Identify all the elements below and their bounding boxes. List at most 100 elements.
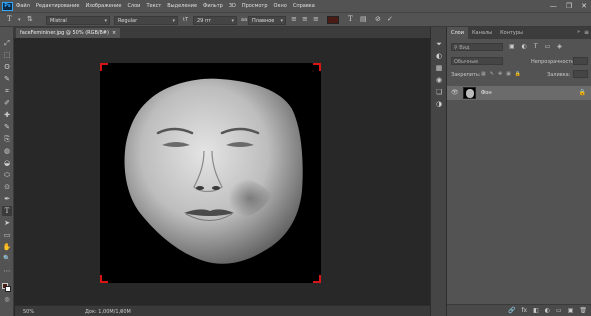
- minimize-button[interactable]: —: [550, 2, 557, 10]
- layer-thumbnail[interactable]: [463, 87, 476, 99]
- collapse-panel-icon[interactable]: »: [577, 30, 580, 35]
- menu-edit[interactable]: Редактирование: [36, 3, 80, 9]
- menu-help[interactable]: Справка: [293, 3, 315, 9]
- pixel-filter-icon[interactable]: ▣: [509, 44, 515, 50]
- type-tool-icon[interactable]: T: [7, 15, 12, 23]
- fill-field[interactable]: [573, 70, 588, 78]
- crop-handle-bottom-left[interactable]: [100, 275, 108, 283]
- history-panel-icon[interactable]: ⏷: [434, 39, 444, 49]
- lock-position-icon[interactable]: ✥: [498, 72, 502, 77]
- lock-image-icon[interactable]: ✎: [490, 72, 494, 77]
- menu-select[interactable]: Выделение: [167, 3, 197, 9]
- crop-handle-top-left[interactable]: [100, 63, 108, 71]
- tool-preset-arrow-icon[interactable]: ▾: [18, 18, 21, 23]
- adjustments-panel-icon[interactable]: ◐: [434, 51, 444, 61]
- panel-menu-icon[interactable]: ≡: [584, 29, 589, 36]
- layer-name[interactable]: Фон: [481, 91, 492, 96]
- background-color-swatch[interactable]: [5, 286, 11, 292]
- delete-layer-icon[interactable]: 🗑: [579, 307, 587, 314]
- crop-tool-icon[interactable]: ⌗: [2, 86, 12, 96]
- adjustment-filter-icon[interactable]: ◐: [522, 44, 527, 50]
- lasso-tool-icon[interactable]: ʘ: [2, 62, 12, 72]
- tab-channels[interactable]: Каналы: [468, 27, 496, 39]
- more-tools-icon[interactable]: ⋯: [2, 266, 12, 276]
- path-select-tool-icon[interactable]: ➤: [2, 218, 12, 228]
- text-orientation-icon[interactable]: ⇅: [27, 15, 33, 23]
- chevron-down-icon: ▾: [231, 18, 234, 24]
- close-tab-icon[interactable]: ×: [112, 30, 116, 36]
- font-family-select[interactable]: Mistral ▾: [46, 16, 110, 25]
- styles-panel-icon[interactable]: ◑: [434, 99, 444, 109]
- warp-text-icon[interactable]: T: [348, 15, 353, 23]
- cancel-icon[interactable]: ⊘: [375, 15, 381, 23]
- new-adjustment-layer-icon[interactable]: ◐: [545, 307, 550, 314]
- commit-icon[interactable]: ✓: [387, 15, 393, 23]
- pen-tool-icon[interactable]: ✒: [2, 194, 12, 204]
- quick-select-tool-icon[interactable]: ✎: [2, 74, 12, 84]
- rectangle-tool-icon[interactable]: ▭: [2, 230, 12, 240]
- marquee-tool-icon[interactable]: ⬚: [2, 50, 12, 60]
- lock-transparency-icon[interactable]: ▦: [481, 72, 486, 77]
- eyedropper-tool-icon[interactable]: ✐: [2, 98, 12, 108]
- new-group-icon[interactable]: ▭: [556, 307, 562, 314]
- lock-all-icon[interactable]: 🔒: [515, 72, 521, 77]
- menu-image[interactable]: Изображение: [85, 3, 121, 9]
- text-color-swatch[interactable]: [327, 16, 339, 24]
- close-window-button[interactable]: ✕: [581, 2, 587, 10]
- blend-mode-select[interactable]: Обычные: [451, 57, 503, 65]
- properties-panel-icon[interactable]: ❏: [434, 87, 444, 97]
- font-size-select[interactable]: 29 пт ▾: [193, 16, 237, 25]
- app-logo[interactable]: Ps: [2, 1, 13, 11]
- layer-style-icon[interactable]: fx: [521, 307, 527, 314]
- hand-tool-icon[interactable]: ✋: [2, 242, 12, 252]
- shape-filter-icon[interactable]: ▭: [545, 44, 551, 50]
- maximize-button[interactable]: ❐: [566, 2, 572, 10]
- align-right-icon[interactable]: ≡: [313, 15, 319, 23]
- antialias-select[interactable]: Плавное ▾: [248, 16, 286, 25]
- font-size-value: 29 пт: [197, 18, 212, 24]
- menu-layers[interactable]: Слои: [127, 3, 140, 9]
- layer-kind-filter[interactable]: ⚲ Вид: [451, 43, 503, 51]
- character-panel-icon[interactable]: ▤: [360, 15, 367, 23]
- menu-file[interactable]: Файл: [16, 3, 30, 9]
- align-center-icon[interactable]: ≡: [302, 15, 308, 23]
- libraries-panel-icon[interactable]: ◉: [434, 75, 444, 85]
- quick-mask-icon[interactable]: ◎: [2, 295, 12, 305]
- menu-window[interactable]: Окно: [274, 3, 287, 9]
- type-filter-icon[interactable]: T: [534, 44, 538, 50]
- opacity-field[interactable]: [573, 57, 588, 65]
- clone-stamp-tool-icon[interactable]: ⎘: [2, 134, 12, 144]
- gradient-tool-icon[interactable]: ⬭: [2, 170, 12, 180]
- menu-3d[interactable]: 3D: [229, 3, 236, 9]
- zoom-tool-icon[interactable]: 🔍: [2, 254, 12, 264]
- tab-layers[interactable]: Слои: [447, 27, 468, 39]
- type-tool-icon[interactable]: T: [2, 206, 12, 216]
- menu-text[interactable]: Текст: [146, 3, 161, 9]
- status-menu-arrow-icon[interactable]: ›: [120, 308, 122, 315]
- align-left-icon[interactable]: ≡: [291, 15, 297, 23]
- add-mask-icon[interactable]: ◧: [533, 307, 539, 314]
- visibility-eye-icon[interactable]: 👁: [451, 89, 459, 96]
- new-layer-icon[interactable]: ▣: [568, 307, 574, 314]
- crop-handle-top-right[interactable]: [313, 63, 321, 71]
- smart-object-filter-icon[interactable]: ◈: [557, 44, 562, 50]
- eraser-tool-icon[interactable]: ◒: [2, 158, 12, 168]
- document-canvas[interactable]: [100, 63, 321, 283]
- move-tool-icon[interactable]: ⤢: [2, 38, 12, 48]
- document-tab[interactable]: faceFemininer.jpg @ 50% (RGB/8#) ×: [16, 28, 121, 38]
- layer-row[interactable]: 👁 Фон 🔒: [447, 86, 591, 100]
- zoom-level[interactable]: 50%: [23, 309, 34, 315]
- menu-filter[interactable]: Фильтр: [203, 3, 223, 9]
- brush-tool-icon[interactable]: ✎: [2, 122, 12, 132]
- swatches-panel-icon[interactable]: ▦: [434, 63, 444, 73]
- crop-handle-bottom-right[interactable]: [313, 275, 321, 283]
- healing-brush-tool-icon[interactable]: ✚: [2, 110, 12, 120]
- link-layers-icon[interactable]: 🔗: [508, 307, 515, 314]
- history-brush-tool-icon[interactable]: ◍: [2, 146, 12, 156]
- tab-paths[interactable]: Контуры: [496, 27, 527, 39]
- tools-panel: ⤢ ⬚ ʘ ✎ ⌗ ✐ ✚ ✎ ⎘ ◍ ◒ ⬭ ⊙ ✒ T ➤ ▭ ✋ 🔍 ⋯ …: [0, 27, 14, 316]
- font-style-select[interactable]: Regular ▾: [114, 16, 178, 25]
- lock-artboard-icon[interactable]: ▣: [506, 72, 511, 77]
- dodge-tool-icon[interactable]: ⊙: [2, 182, 12, 192]
- menu-view[interactable]: Просмотр: [242, 3, 268, 9]
